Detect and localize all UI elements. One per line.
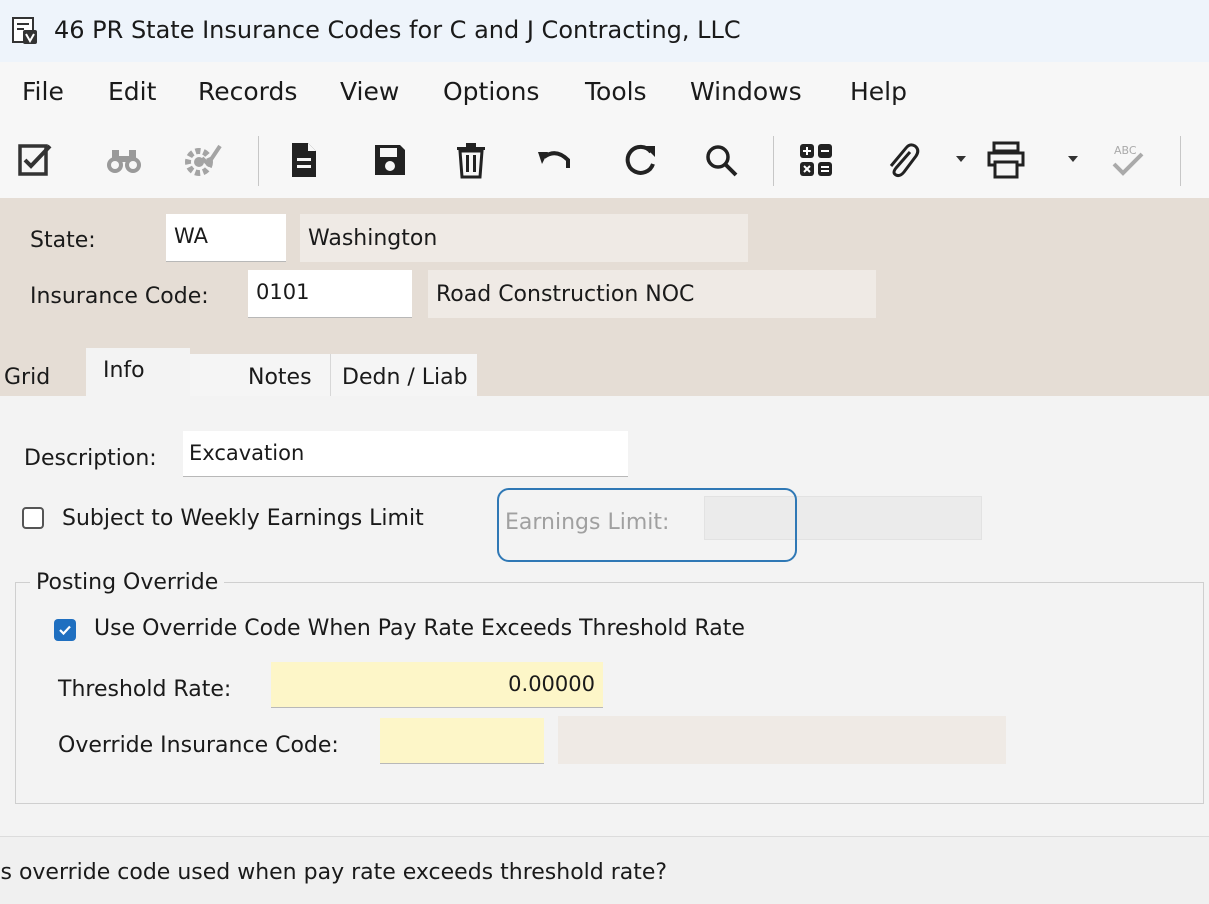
window-title: 46 PR State Insurance Codes for C and J …	[54, 16, 741, 44]
description-label: Description:	[24, 446, 157, 471]
menu-help[interactable]: Help	[850, 75, 907, 109]
calculator-icon[interactable]	[790, 134, 842, 186]
tab-info[interactable]: Info	[103, 356, 145, 386]
form-icon	[12, 17, 38, 45]
search-icon[interactable]	[695, 134, 747, 186]
state-input[interactable]: WA	[166, 214, 286, 262]
undo-icon[interactable]	[528, 134, 580, 186]
toolbar-separator	[1180, 136, 1181, 186]
override-code-label: Override Insurance Code:	[58, 733, 339, 758]
refresh-icon[interactable]	[614, 134, 666, 186]
menu-bar: File Edit Records View Options Tools Win…	[0, 62, 1209, 124]
weekly-limit-checkbox[interactable]	[22, 507, 44, 529]
paperclip-icon[interactable]	[876, 134, 928, 186]
printer-icon[interactable]	[980, 134, 1032, 186]
state-label: State:	[30, 228, 96, 253]
menu-options[interactable]: Options	[443, 75, 539, 109]
save-icon[interactable]	[364, 134, 416, 186]
gear-check-icon[interactable]	[176, 134, 228, 186]
tab-grid[interactable]: Grid	[4, 363, 50, 393]
new-document-icon[interactable]	[278, 134, 330, 186]
menu-windows[interactable]: Windows	[690, 75, 802, 109]
description-input[interactable]: Excavation	[183, 431, 628, 477]
menu-tools[interactable]: Tools	[585, 75, 647, 109]
focus-highlight	[497, 488, 797, 562]
svg-text:ABC: ABC	[1114, 144, 1137, 157]
spell-check-icon[interactable]: ABC	[1100, 134, 1152, 186]
toolbar-separator	[258, 136, 259, 186]
state-name-display: Washington	[300, 214, 748, 262]
attachment-dropdown-arrow[interactable]	[956, 156, 966, 162]
threshold-rate-label: Threshold Rate:	[58, 677, 232, 702]
tab-dedn-liab[interactable]: Dedn / Liab	[342, 363, 468, 393]
weekly-limit-label: Subject to Weekly Earnings Limit	[62, 506, 424, 531]
use-override-label: Use Override Code When Pay Rate Exceeds …	[94, 616, 745, 641]
insurance-code-input[interactable]: 0101	[248, 270, 412, 318]
threshold-rate-input[interactable]: 0.00000	[271, 662, 603, 708]
override-code-description	[558, 716, 1006, 764]
delete-trash-icon[interactable]	[445, 134, 497, 186]
use-override-checkbox[interactable]	[54, 619, 76, 641]
toolbar: ABC	[0, 124, 1209, 198]
posting-override-legend: Posting Override	[30, 568, 225, 598]
menu-view[interactable]: View	[340, 75, 399, 109]
edit-checklist-icon[interactable]	[10, 134, 62, 186]
print-dropdown-arrow[interactable]	[1068, 156, 1078, 162]
status-message: Is override code used when pay rate exce…	[0, 860, 668, 885]
checkmark-icon	[59, 625, 71, 636]
override-code-input[interactable]	[380, 718, 544, 764]
menu-records[interactable]: Records	[198, 75, 297, 109]
binoculars-icon[interactable]	[98, 134, 150, 186]
tab-notes[interactable]: Notes	[248, 363, 312, 393]
insurance-code-description: Road Construction NOC	[428, 270, 876, 318]
insurance-code-label: Insurance Code:	[30, 284, 209, 309]
menu-file[interactable]: File	[22, 75, 64, 109]
toolbar-separator	[773, 136, 774, 186]
menu-edit[interactable]: Edit	[108, 75, 156, 109]
